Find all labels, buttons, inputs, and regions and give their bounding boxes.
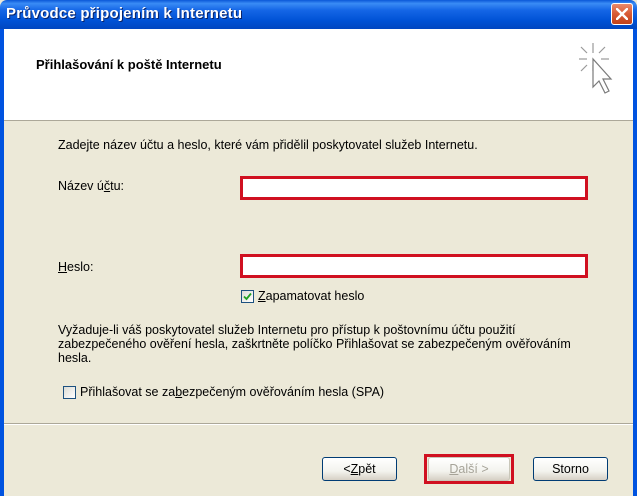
- spa-label: Přihlašovat se zabezpečeným ověřováním h…: [80, 385, 385, 399]
- spa-checkbox[interactable]: [63, 385, 76, 399]
- next-button[interactable]: Další >: [428, 457, 510, 481]
- window-title: Průvodce připojením k Internetu: [6, 5, 243, 22]
- wizard-window: Průvodce připojením k Internetu Přihlašo…: [0, 0, 637, 496]
- account-name-input[interactable]: [243, 179, 585, 197]
- window-frame-right: [633, 29, 637, 496]
- title-bar[interactable]: Průvodce připojením k Internetu: [0, 0, 637, 29]
- password-field-highlight: [240, 254, 588, 278]
- spa-option[interactable]: Přihlašovat se zabezpečeným ověřováním h…: [63, 385, 384, 399]
- close-icon: [616, 8, 628, 20]
- page-heading: Přihlašování k poště Internetu: [36, 57, 222, 72]
- remember-password-label: Zapamatovat heslo: [258, 289, 365, 303]
- remember-password-option[interactable]: Zapamatovat heslo: [241, 289, 364, 303]
- wizard-cursor-icon: [579, 43, 613, 94]
- password-input[interactable]: [243, 257, 585, 275]
- password-label: Heslo:: [58, 260, 94, 274]
- checkmark-icon: [243, 292, 252, 300]
- back-button[interactable]: < Zpět: [322, 457, 397, 481]
- spa-description: Vyžaduje-li váš poskytovatel služeb Inte…: [58, 323, 571, 365]
- account-name-field-highlight: [240, 176, 588, 200]
- wizard-header: Přihlašování k poště Internetu: [4, 29, 633, 121]
- account-name-label: Název účtu:: [58, 179, 125, 193]
- close-button[interactable]: [611, 3, 633, 25]
- cancel-button[interactable]: Storno: [533, 457, 608, 481]
- remember-password-checkbox[interactable]: [241, 289, 254, 303]
- intro-text: Zadejte název účtu a heslo, které vám př…: [58, 138, 478, 152]
- wizard-content: Zadejte název účtu a heslo, které vám př…: [4, 121, 633, 496]
- button-divider: [4, 423, 633, 425]
